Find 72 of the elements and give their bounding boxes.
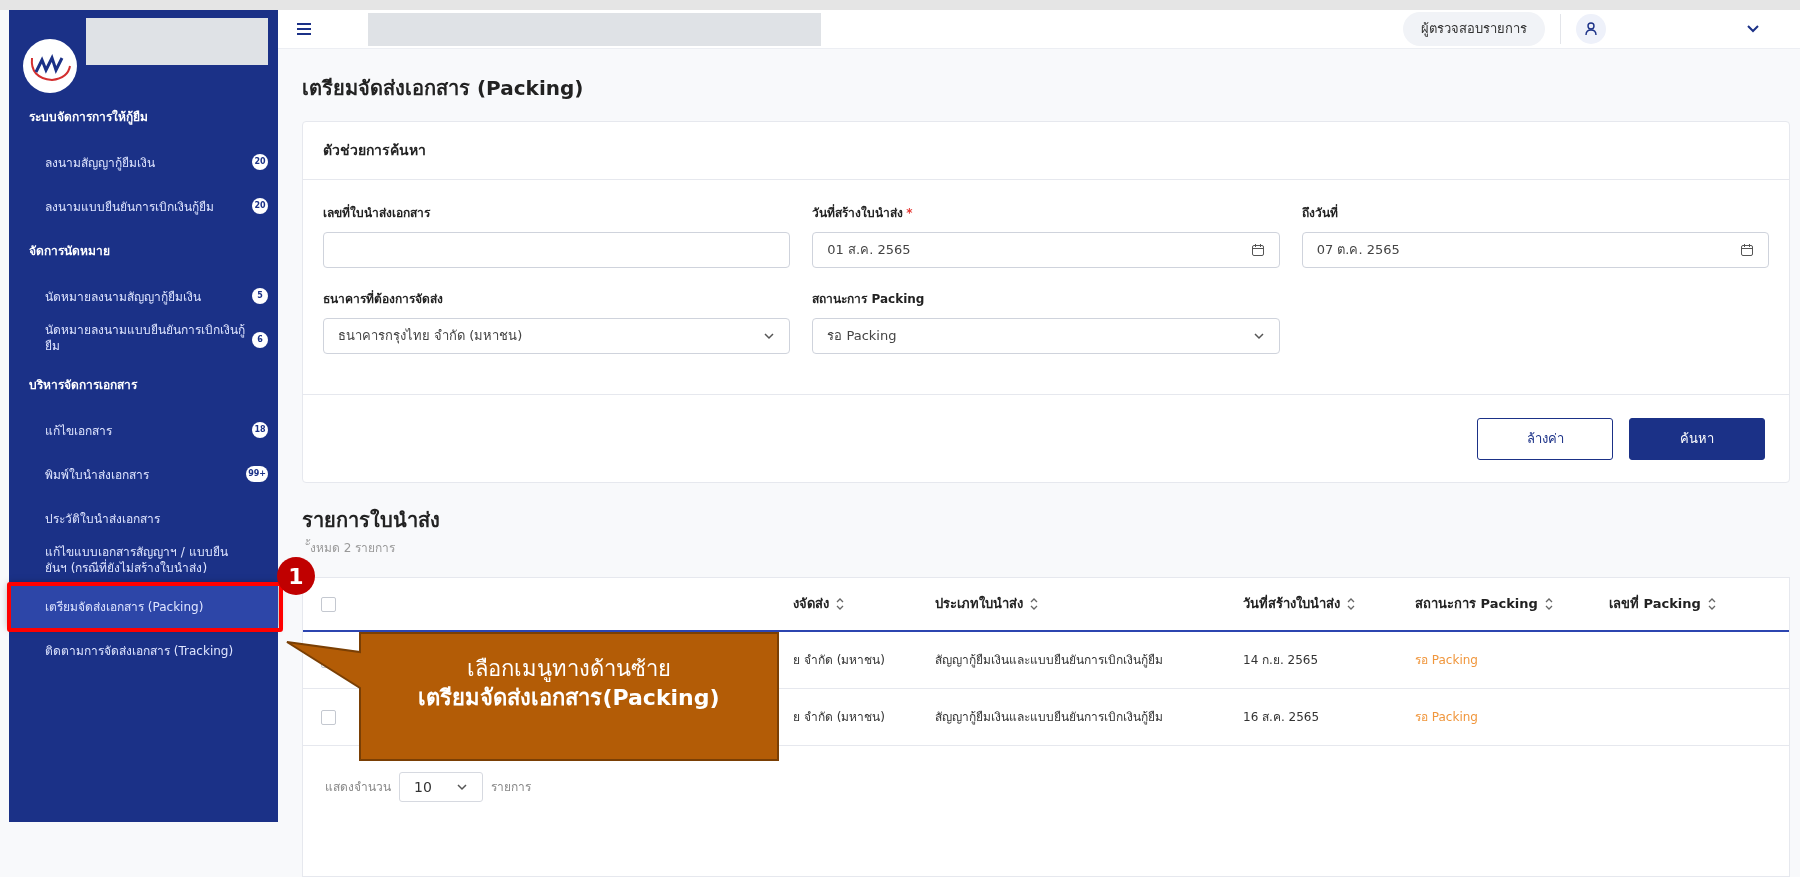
count-badge: 20 <box>252 198 268 214</box>
page-size-select[interactable]: 10 <box>399 772 483 802</box>
field-label: ถึงวันที่ <box>1301 204 1338 222</box>
sidebar-item[interactable]: ลงนามแบบยืนยันการเบิกเงินกู้ยืม 20 <box>9 184 278 228</box>
date-field[interactable]: 07 ต.ค. 2565 <box>1301 232 1769 268</box>
sidebar-item[interactable]: ติดตามการจัดส่งเอกสาร (Tracking) <box>9 628 278 672</box>
sidebar-item[interactable]: ลงนามสัญญากู้ยืมเงิน 20 <box>9 140 278 184</box>
date-field[interactable]: 01 ส.ค. 2565 <box>812 232 1280 268</box>
count-badge: 99+ <box>246 466 268 482</box>
field-label: ธนาคารที่ต้องการจัดส่ง <box>323 290 443 308</box>
checkbox[interactable] <box>321 709 336 725</box>
column-header[interactable]: งจัดส่ง <box>793 594 829 614</box>
field-label: วันที่สร้างใบนำส่ง <box>812 204 904 222</box>
menu-icon[interactable] <box>296 22 312 36</box>
table-cell-text: สัญญากู้ยืมเงินและแบบยืนยันการเบิกเงินกู้ยืม <box>935 709 1163 726</box>
table-cell-text: ย จำกัด (มหาชน) <box>793 709 885 726</box>
status-text: รอ Packing <box>1415 652 1478 669</box>
calendar-icon[interactable] <box>1740 243 1754 257</box>
field-label: เลขที่ใบนำส่งเอกสาร <box>323 204 430 222</box>
table-cell-text: ย จำกัด (มหาชน) <box>793 652 885 669</box>
sidebar-item[interactable]: พิมพ์ใบนำส่งเอกสาร 99+ <box>9 452 278 496</box>
sidebar-item[interactable]: นัดหมายลงนามแบบยืนยันการเบิกเงินกู้ยืม 6 <box>9 318 278 362</box>
panel-title: ตัวช่วยการค้นหา <box>323 141 426 160</box>
count-badge: 6 <box>252 332 268 348</box>
table-cell-text: สัญญากู้ยืมเงินและแบบยืนยันการเบิกเงินกู้ยืม <box>935 652 1163 669</box>
count-badge: 18 <box>252 422 268 438</box>
section-heading: บริหารจัดการเอกสาร <box>29 377 137 394</box>
chevron-down-icon[interactable] <box>763 332 776 340</box>
sidebar-item[interactable]: แก้ไขเอกสาร 18 <box>9 408 278 452</box>
chevron-down-icon[interactable] <box>1252 332 1265 340</box>
sort-icon[interactable] <box>1346 596 1356 612</box>
chevron-down-icon[interactable] <box>456 783 468 791</box>
checkbox[interactable] <box>321 596 336 612</box>
table-cell-text: 16 ส.ค. 2565 <box>1243 709 1320 726</box>
status-text: รอ Packing <box>1415 709 1478 726</box>
pagination-label: รายการ <box>491 779 531 796</box>
search-button[interactable]: ค้นหา <box>1629 417 1765 460</box>
count-badge: 5 <box>252 288 268 304</box>
sidebar-item[interactable]: ประวัติใบนำส่งเอกสาร <box>9 496 278 540</box>
column-header[interactable]: วันที่สร้างใบนำส่ง <box>1243 594 1340 614</box>
select-field[interactable]: รอ Packing <box>812 318 1280 354</box>
column-header[interactable]: สถานะการ Packing <box>1415 594 1538 614</box>
page-title: เตรียมจัดส่งเอกสาร (Packing) <box>302 75 585 102</box>
sidebar-item[interactable]: แก้ไขแบบเอกสารสัญญาฯ / แบบยืนยันฯ (กรณีที่ยังไม่สร้างใบนำส่ง) <box>9 540 278 584</box>
field-label: สถานะการ Packing <box>812 291 925 308</box>
calendar-icon[interactable] <box>1250 243 1265 257</box>
callout-text: เตรียมจัดส่งเอกสาร(Packing) <box>418 683 720 712</box>
role-badge: ผู้ตรวจสอบรายการ <box>1403 12 1545 46</box>
callout-text: เลือกเมนูทางด้านซ้าย <box>467 655 671 684</box>
sort-icon[interactable] <box>1543 596 1554 612</box>
column-header[interactable]: ประเภทใบนำส่ง <box>935 594 1023 614</box>
record-count: ั้งหมด 2 รายการ <box>302 539 398 557</box>
section-heading: ระบบจัดการการให้กู้ยืม <box>29 108 148 126</box>
step-number-badge: 1 <box>277 557 315 595</box>
sort-icon[interactable] <box>835 596 845 612</box>
user-avatar-icon[interactable] <box>1576 14 1606 44</box>
clear-button[interactable]: ล้างค่า <box>1477 417 1613 460</box>
section-heading: จัดการนัดหมาย <box>29 243 110 260</box>
section-title: รายการใบนำส่ง <box>302 507 441 534</box>
sort-icon[interactable] <box>1706 596 1717 612</box>
sidebar-item[interactable]: เตรียมจัดส่งเอกสาร (Packing) <box>9 584 278 628</box>
input-field[interactable] <box>323 232 791 268</box>
count-badge: 20 <box>252 154 268 170</box>
select-field[interactable]: ธนาคารกรุงไทย จำกัด (มหาชน) <box>323 318 791 354</box>
required-mark: * <box>906 205 913 222</box>
sidebar-item[interactable]: นัดหมายลงนามสัญญากู้ยืมเงิน 5 <box>9 274 278 318</box>
pagination-label: แสดงจำนวน <box>325 779 391 796</box>
chevron-down-icon[interactable] <box>1746 24 1760 34</box>
sort-icon[interactable] <box>1029 596 1039 612</box>
logo-icon <box>22 38 78 94</box>
column-header[interactable]: เลขที่ Packing <box>1609 594 1701 614</box>
table-cell-text: 14 ก.ย. 2565 <box>1243 652 1319 669</box>
